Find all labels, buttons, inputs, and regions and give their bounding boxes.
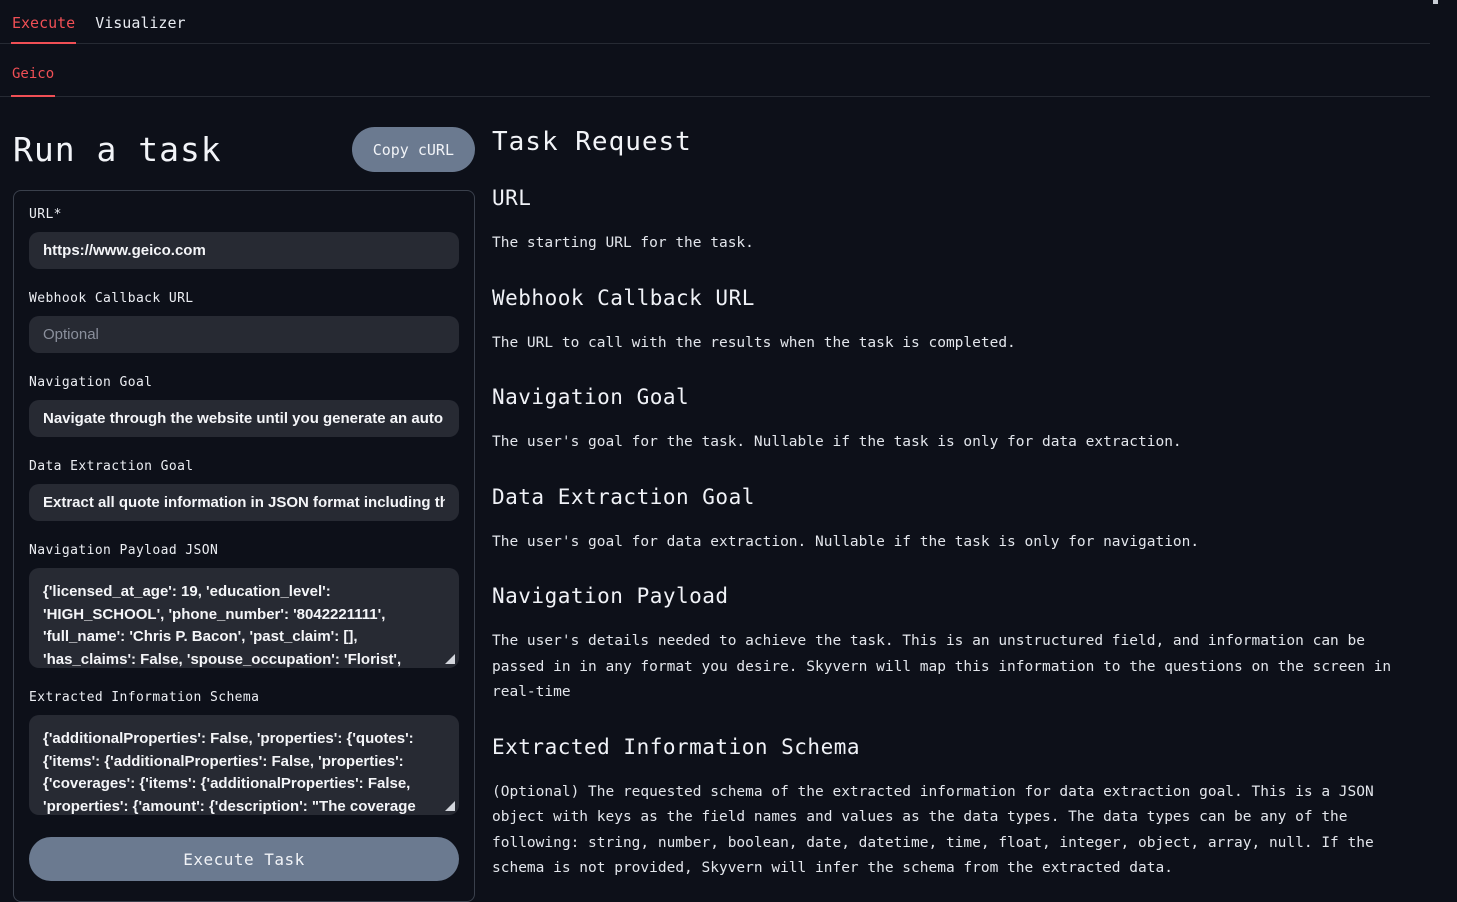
extracted-information-schema-textarea[interactable]: {'additionalProperties': False, 'propert… [29,715,459,815]
subtab-geico[interactable]: Geico [11,44,55,97]
field-url: URL* [29,207,459,269]
task-request-docs: Task Request URL The starting URL for th… [492,97,1444,882]
field-webhook-callback-url: Webhook Callback URL [29,291,459,353]
doc-heading-navigation-goal: Navigation Goal [492,384,1414,410]
doc-body-url: The starting URL for the task. [492,231,1414,257]
doc-body-data-extraction-goal: The user's goal for data extraction. Nul… [492,530,1414,556]
doc-heading-extracted-information-schema: Extracted Information Schema [492,734,1414,760]
doc-heading-url: URL [492,185,1414,211]
navigation-goal-input[interactable] [29,400,459,437]
data-extraction-goal-input[interactable] [29,484,459,521]
extracted-information-schema-label: Extracted Information Schema [29,690,459,706]
doc-heading-navigation-payload: Navigation Payload [492,583,1414,609]
tab-visualizer[interactable]: Visualizer [94,0,186,44]
copy-curl-button[interactable]: Copy cURL [352,127,475,172]
run-task-panel: Run a task Copy cURL URL* Webhook Callba… [13,97,475,902]
page-title: Run a task [13,127,222,172]
field-extracted-information-schema: Extracted Information Schema {'additiona… [29,690,459,815]
field-navigation-payload-json: Navigation Payload JSON {'licensed_at_ag… [29,543,459,668]
doc-body-navigation-goal: The user's goal for the task. Nullable i… [492,430,1414,456]
sub-tab-bar: Geico [0,44,1430,97]
field-data-extraction-goal: Data Extraction Goal [29,459,459,521]
data-extraction-goal-label: Data Extraction Goal [29,459,459,475]
navigation-goal-label: Navigation Goal [29,375,459,391]
field-navigation-goal: Navigation Goal [29,375,459,437]
app-root: { "colors": { "background": "#0d1019", "… [0,0,1457,895]
run-task-header: Run a task Copy cURL [13,127,475,172]
url-input[interactable] [29,232,459,269]
doc-body-navigation-payload: The user's details needed to achieve the… [492,629,1414,706]
doc-heading-data-extraction-goal: Data Extraction Goal [492,484,1414,510]
doc-body-webhook-callback-url: The URL to call with the results when th… [492,331,1414,357]
task-form-card: URL* Webhook Callback URL Navigation Goa… [13,190,475,902]
navigation-payload-json-label: Navigation Payload JSON [29,543,459,559]
tab-execute[interactable]: Execute [11,0,76,44]
navigation-payload-textarea[interactable]: {'licensed_at_age': 19, 'education_level… [29,568,459,668]
scrollbar-thumb[interactable] [1433,0,1438,4]
main-content: Run a task Copy cURL URL* Webhook Callba… [0,97,1457,902]
doc-title: Task Request [492,127,1414,157]
navigation-payload-textarea-wrap: {'licensed_at_age': 19, 'education_level… [29,568,459,668]
webhook-callback-url-input[interactable] [29,316,459,353]
main-tab-bar: Execute Visualizer [0,0,1430,44]
execute-task-button[interactable]: Execute Task [29,837,459,881]
extracted-information-schema-textarea-wrap: {'additionalProperties': False, 'propert… [29,715,459,815]
url-label: URL* [29,207,459,223]
webhook-callback-url-label: Webhook Callback URL [29,291,459,307]
doc-heading-webhook-callback-url: Webhook Callback URL [492,285,1414,311]
doc-body-extracted-information-schema: (Optional) The requested schema of the e… [492,780,1414,882]
